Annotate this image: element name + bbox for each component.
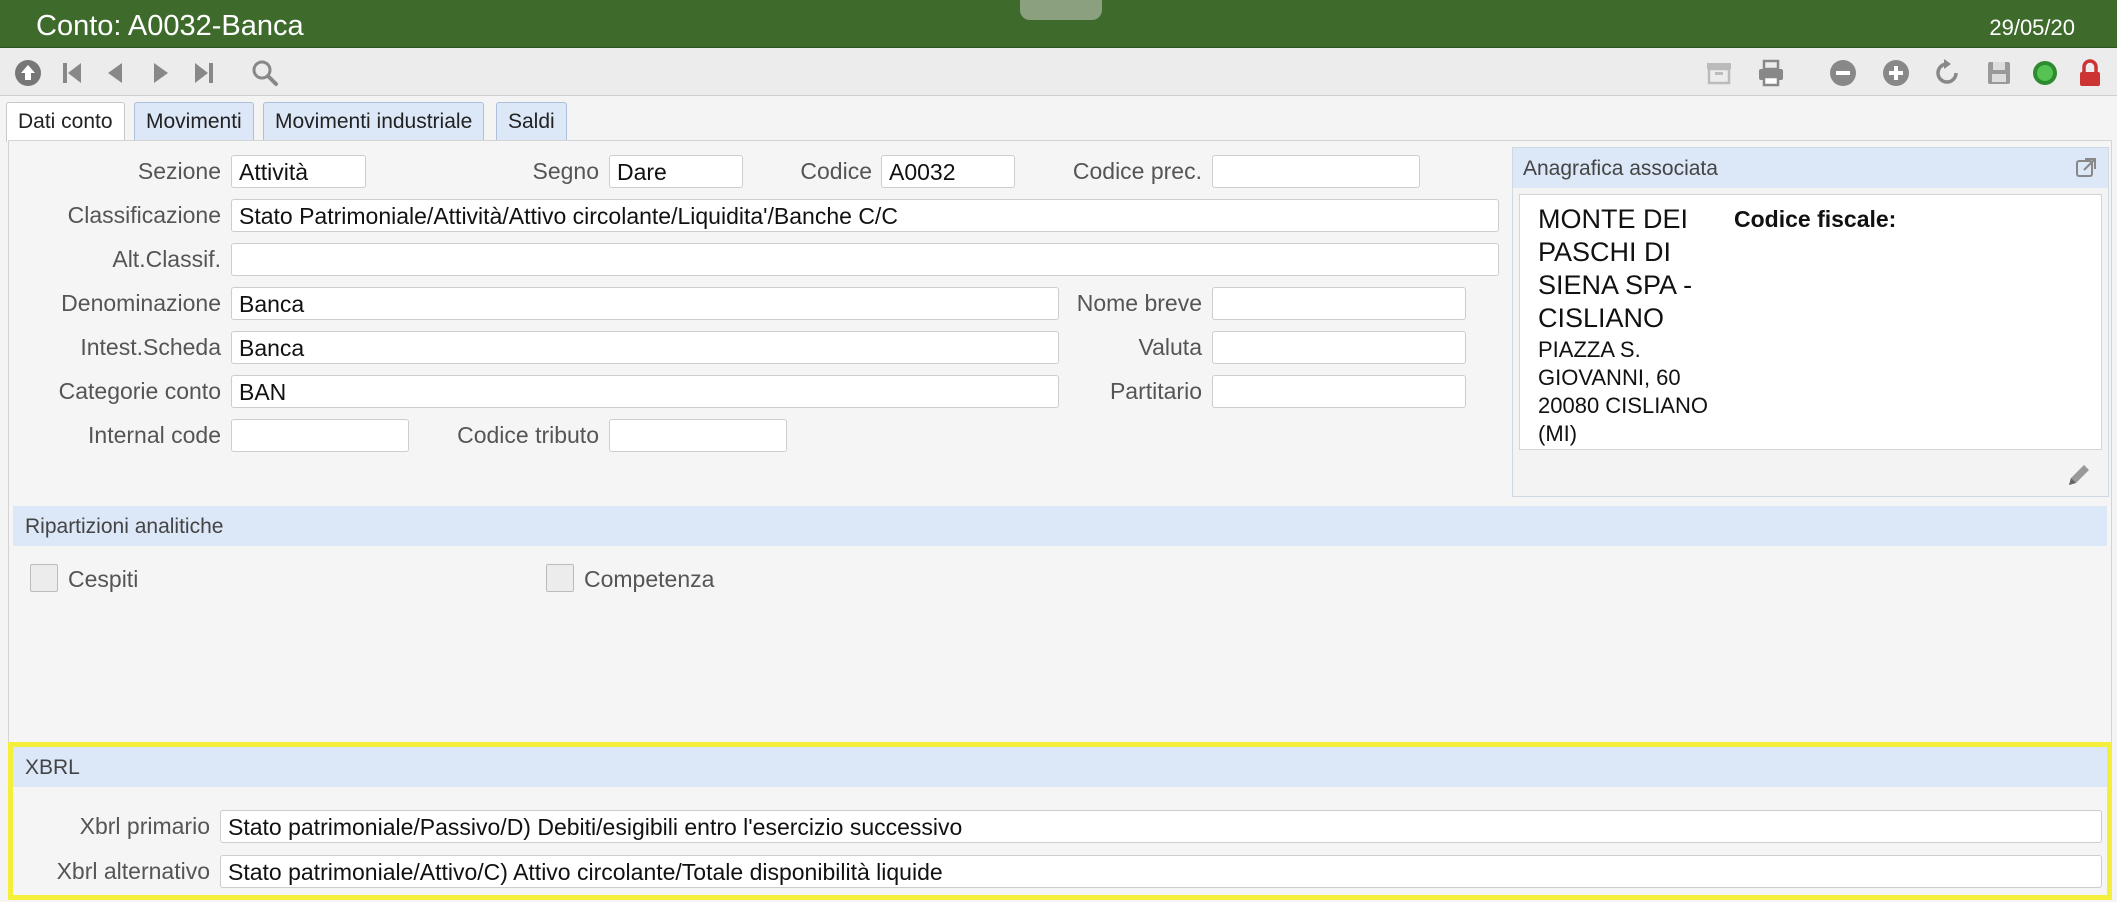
toolbar bbox=[0, 48, 2117, 96]
sezione-field[interactable]: Attività bbox=[231, 155, 366, 188]
competenza-checkbox[interactable] bbox=[546, 564, 574, 592]
codice-fiscale-label: Codice fiscale: bbox=[1734, 206, 1897, 232]
codice-label: Codice bbox=[800, 158, 872, 184]
nome-breve-field[interactable] bbox=[1212, 287, 1466, 320]
anagrafica-address: PIAZZA S. GIOVANNI, 60 20080 CISLIANO (M… bbox=[1538, 336, 1708, 448]
cespiti-checkbox[interactable] bbox=[30, 564, 58, 592]
first-record-icon[interactable] bbox=[56, 56, 90, 90]
anagrafica-name-line: CISLIANO bbox=[1538, 303, 1665, 333]
edit-pencil-icon[interactable] bbox=[2064, 460, 2094, 495]
classificazione-label: Classificazione bbox=[67, 202, 221, 228]
window-title: Conto: A0032-Banca bbox=[36, 10, 304, 42]
xbrl-primario-label: Xbrl primario bbox=[79, 813, 210, 839]
alt-classif-label: Alt.Classif. bbox=[112, 246, 221, 272]
categorie-conto-label: Categorie conto bbox=[58, 378, 221, 404]
intest-scheda-label: Intest.Scheda bbox=[80, 334, 221, 360]
codice-field[interactable]: A0032 bbox=[881, 155, 1015, 188]
last-record-icon[interactable] bbox=[187, 56, 221, 90]
denominazione-label: Denominazione bbox=[61, 290, 221, 316]
xbrl-header: XBRL bbox=[13, 747, 2107, 787]
archive-icon[interactable] bbox=[1702, 56, 1736, 90]
xbrl-alternativo-label: Xbrl alternativo bbox=[56, 858, 210, 884]
plus-circle-icon[interactable] bbox=[1879, 56, 1913, 90]
segno-field[interactable]: Dare bbox=[609, 155, 743, 188]
previous-icon[interactable] bbox=[99, 56, 133, 90]
tab-dati-conto[interactable]: Dati conto bbox=[6, 102, 125, 142]
xbrl-section: XBRL Xbrl primario Stato patrimoniale/Pa… bbox=[8, 742, 2112, 900]
status-green-icon[interactable] bbox=[2028, 56, 2062, 90]
anagrafica-name: MONTE DEI PASCHI DI SIENA SPA - CISLIANO bbox=[1538, 203, 1692, 335]
anagrafica-address-line: 20080 CISLIANO bbox=[1538, 393, 1708, 418]
anagrafica-address-line: PIAZZA S. bbox=[1538, 337, 1641, 362]
alt-classif-field[interactable] bbox=[231, 243, 1499, 276]
title-bar: Conto: A0032-Banca 29/05/20 bbox=[0, 0, 2117, 48]
nome-breve-label: Nome breve bbox=[1076, 290, 1202, 316]
search-icon[interactable] bbox=[248, 56, 282, 90]
categorie-conto-field[interactable]: BAN bbox=[231, 375, 1059, 408]
codice-tributo-field[interactable] bbox=[609, 419, 787, 452]
next-icon[interactable] bbox=[143, 56, 177, 90]
codice-tributo-label: Codice tributo bbox=[457, 422, 599, 448]
classificazione-field[interactable]: Stato Patrimoniale/Attività/Attivo circo… bbox=[231, 199, 1499, 232]
denominazione-field[interactable]: Banca bbox=[231, 287, 1059, 320]
partitario-field[interactable] bbox=[1212, 375, 1466, 408]
anagrafica-name-line: MONTE DEI bbox=[1538, 204, 1689, 234]
internal-code-field[interactable] bbox=[231, 419, 409, 452]
codice-prec-label: Codice prec. bbox=[1072, 158, 1202, 184]
anagrafica-name-line: PASCHI DI bbox=[1538, 237, 1672, 267]
up-circle-icon[interactable] bbox=[11, 56, 45, 90]
anagrafica-title: Anagrafica associata bbox=[1523, 157, 1718, 180]
refresh-icon[interactable] bbox=[1930, 56, 1964, 90]
partitario-label: Partitario bbox=[1109, 378, 1202, 404]
lock-icon[interactable] bbox=[2073, 56, 2107, 90]
tab-movimenti[interactable]: Movimenti bbox=[134, 102, 254, 140]
anagrafica-address-line: GIOVANNI, 60 bbox=[1538, 365, 1681, 390]
xbrl-primario-field[interactable]: Stato patrimoniale/Passivo/D) Debiti/esi… bbox=[220, 810, 2102, 843]
valuta-label: Valuta bbox=[1138, 334, 1202, 360]
sezione-label: Sezione bbox=[137, 158, 221, 184]
window-drag-handle[interactable] bbox=[1020, 0, 1102, 20]
codice-prec-field[interactable] bbox=[1212, 155, 1420, 188]
xbrl-alternativo-field[interactable]: Stato patrimoniale/Attivo/C) Attivo circ… bbox=[220, 855, 2102, 888]
competenza-label: Competenza bbox=[584, 566, 715, 592]
print-icon[interactable] bbox=[1754, 56, 1788, 90]
tab-movimenti-industriale[interactable]: Movimenti industriale bbox=[263, 102, 485, 140]
anagrafica-header: Anagrafica associata bbox=[1513, 148, 2108, 188]
save-icon[interactable] bbox=[1982, 56, 2016, 90]
internal-code-label: Internal code bbox=[88, 422, 221, 448]
cespiti-label: Cespiti bbox=[68, 566, 139, 592]
segno-label: Segno bbox=[532, 158, 599, 184]
window-date: 29/05/20 bbox=[1989, 15, 2075, 40]
open-link-icon[interactable] bbox=[2074, 156, 2098, 186]
valuta-field[interactable] bbox=[1212, 331, 1466, 364]
ripartizioni-header: Ripartizioni analitiche bbox=[13, 506, 2107, 546]
anagrafica-box: MONTE DEI PASCHI DI SIENA SPA - CISLIANO… bbox=[1519, 194, 2102, 450]
anagrafica-address-line: (MI) bbox=[1538, 421, 1578, 446]
anagrafica-panel: Anagrafica associata MONTE DEI PASCHI DI… bbox=[1512, 147, 2109, 497]
intest-scheda-field[interactable]: Banca bbox=[231, 331, 1059, 364]
anagrafica-name-line: SIENA SPA - bbox=[1538, 270, 1693, 300]
tab-saldi[interactable]: Saldi bbox=[496, 102, 567, 140]
minus-circle-icon[interactable] bbox=[1826, 56, 1860, 90]
